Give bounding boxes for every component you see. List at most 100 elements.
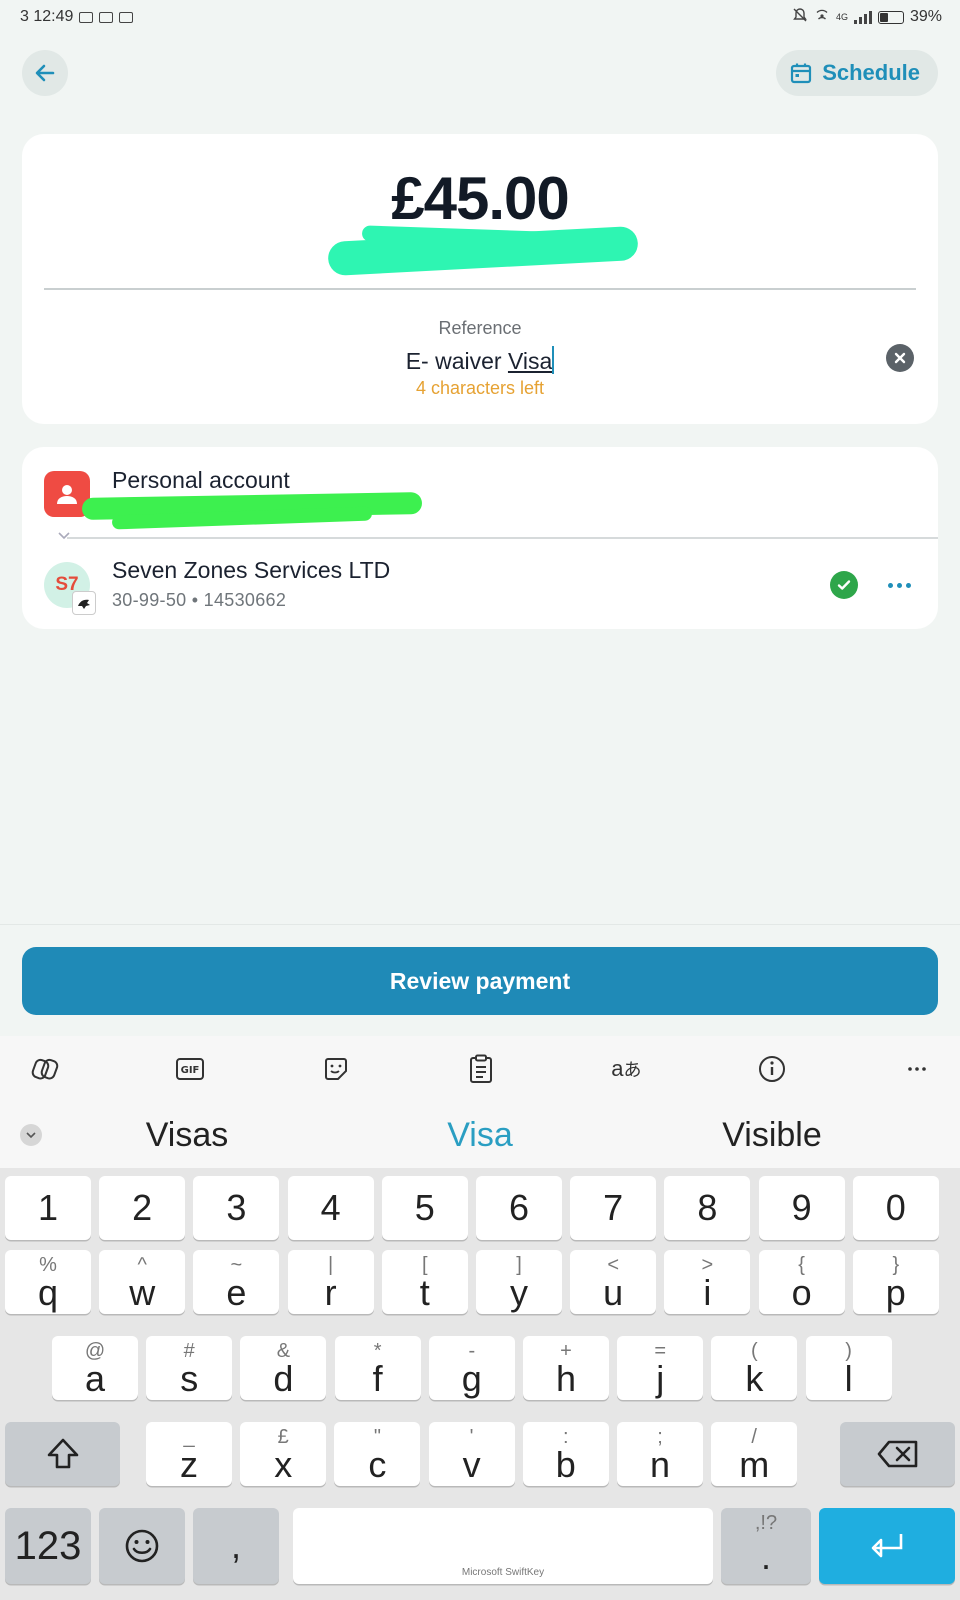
key-label: 5 bbox=[414, 1187, 435, 1228]
clipboard-icon[interactable] bbox=[464, 1052, 498, 1086]
key-hint: * bbox=[373, 1340, 382, 1362]
key-hint: @ bbox=[84, 1340, 106, 1362]
key-1[interactable]: 1 bbox=[5, 1176, 91, 1240]
back-button[interactable] bbox=[22, 50, 68, 96]
key-o[interactable]: {o bbox=[758, 1250, 845, 1314]
key-d[interactable]: & d bbox=[240, 1336, 327, 1400]
arrow-left-icon bbox=[35, 64, 55, 82]
review-payment-button[interactable]: Review payment bbox=[22, 947, 938, 1015]
key-hint: } bbox=[892, 1254, 900, 1276]
comma-key[interactable]: , bbox=[193, 1508, 279, 1584]
key-9[interactable]: 9 bbox=[758, 1176, 845, 1240]
key-k[interactable]: (k bbox=[711, 1336, 798, 1400]
notification-icon bbox=[119, 11, 134, 23]
key-hint: ' bbox=[469, 1426, 474, 1448]
key-hint: % bbox=[39, 1254, 57, 1276]
sticker-icon[interactable] bbox=[319, 1052, 353, 1086]
key-s[interactable]: # s bbox=[146, 1336, 233, 1400]
period-key[interactable]: ,!?. bbox=[721, 1508, 811, 1584]
key-b[interactable]: :b bbox=[522, 1422, 609, 1486]
reference-current-word: Visa bbox=[507, 348, 553, 374]
key-f[interactable]: * f bbox=[334, 1336, 421, 1400]
key-u[interactable]: < u bbox=[570, 1250, 657, 1314]
key-m[interactable]: / m bbox=[711, 1422, 798, 1486]
signal-icon bbox=[853, 10, 872, 24]
key-c[interactable]: " c bbox=[334, 1422, 421, 1486]
text-cursor bbox=[552, 346, 555, 374]
key-hint: : bbox=[563, 1426, 569, 1448]
key-l[interactable]: ) l bbox=[805, 1336, 892, 1400]
key-r[interactable]: | r bbox=[287, 1250, 374, 1314]
key-5[interactable]: 5 bbox=[381, 1176, 468, 1240]
emoji-key[interactable] bbox=[99, 1508, 185, 1584]
more-icon[interactable] bbox=[900, 1052, 934, 1086]
key-t[interactable]: [t bbox=[381, 1250, 468, 1314]
key-z[interactable]: _ z bbox=[146, 1422, 232, 1486]
key-7[interactable]: 7 bbox=[570, 1176, 657, 1240]
key-e[interactable]: ~ e bbox=[193, 1250, 280, 1314]
payment-amount[interactable]: £45.00 bbox=[22, 164, 938, 233]
suggestion-strip: Visas Visa Visible bbox=[0, 1102, 960, 1168]
translate-icon[interactable]: aあ bbox=[609, 1052, 643, 1086]
suggestion-right[interactable]: Visible bbox=[672, 1116, 872, 1155]
payment-details-card: £45.00 New balance Reference E- waiver V… bbox=[22, 134, 938, 424]
calendar-icon bbox=[791, 63, 812, 84]
gif-icon[interactable]: GIF bbox=[173, 1052, 207, 1086]
backspace-key[interactable] bbox=[840, 1422, 955, 1486]
emoji-icon bbox=[125, 1529, 159, 1563]
on-screen-keyboard: GIF aあ Visas Visa Visible 1 2 3 4 5 6 7 8 9 0% q ^ w… bbox=[0, 1036, 960, 1600]
key-a[interactable]: @ a bbox=[52, 1336, 138, 1400]
space-key[interactable]: Microsoft SwiftKey bbox=[293, 1508, 713, 1584]
key-6[interactable]: 6 bbox=[476, 1176, 562, 1240]
key-w[interactable]: ^ w bbox=[99, 1250, 186, 1314]
schedule-button[interactable]: Schedule bbox=[776, 50, 938, 96]
key-hint: " bbox=[373, 1426, 381, 1448]
key-label: 4 bbox=[320, 1187, 341, 1228]
suggestion-center[interactable]: Visa bbox=[380, 1116, 580, 1155]
enter-key[interactable] bbox=[819, 1508, 955, 1584]
key-3[interactable]: 3 bbox=[193, 1176, 280, 1240]
key-n[interactable]: ; n bbox=[617, 1422, 703, 1486]
key-q[interactable]: % q bbox=[5, 1250, 91, 1314]
copilot-icon[interactable] bbox=[28, 1052, 62, 1086]
key-label: x bbox=[274, 1444, 293, 1485]
key-2[interactable]: 2 bbox=[99, 1176, 186, 1240]
key-y[interactable]: ] y bbox=[476, 1250, 562, 1314]
key-x[interactable]: £ x bbox=[240, 1422, 327, 1486]
key-label: 123 bbox=[14, 1523, 82, 1568]
key-8[interactable]: 8 bbox=[664, 1176, 751, 1240]
characters-left: 4 characters left bbox=[415, 378, 545, 398]
key-h[interactable]: + h bbox=[523, 1336, 609, 1400]
shift-icon bbox=[47, 1438, 78, 1469]
symbols-key[interactable]: 123 bbox=[5, 1508, 91, 1584]
key-0[interactable]: 0 bbox=[852, 1176, 939, 1240]
shift-key[interactable] bbox=[5, 1422, 120, 1486]
status-time: 3 12:49 bbox=[20, 8, 74, 25]
key-4[interactable]: 4 bbox=[287, 1176, 374, 1240]
key-j[interactable]: = j bbox=[617, 1336, 704, 1400]
more-options-button[interactable] bbox=[882, 571, 916, 599]
key-label: f bbox=[372, 1358, 383, 1399]
key-label: n bbox=[649, 1444, 671, 1485]
key-hint: & bbox=[276, 1340, 291, 1362]
key-v[interactable]: ' v bbox=[428, 1422, 515, 1486]
reference-input[interactable]: E- waiver Visa bbox=[22, 346, 938, 375]
from-account-title[interactable]: Personal account bbox=[112, 467, 290, 494]
key-hint: ,!? bbox=[754, 1512, 778, 1534]
key-i[interactable]: > i bbox=[664, 1250, 751, 1314]
enter-icon bbox=[871, 1534, 903, 1558]
key-label: o bbox=[791, 1272, 812, 1313]
key-label: 1 bbox=[37, 1187, 59, 1228]
key-p[interactable]: } p bbox=[852, 1250, 939, 1314]
info-icon[interactable] bbox=[755, 1052, 789, 1086]
clear-reference-button[interactable] bbox=[886, 344, 914, 372]
chevron-down-icon[interactable] bbox=[58, 527, 70, 543]
chevron-down-icon[interactable] bbox=[20, 1124, 42, 1146]
suggestion-left[interactable]: Visas bbox=[87, 1116, 287, 1155]
key-g[interactable]: -g bbox=[428, 1336, 515, 1400]
key-label: . bbox=[760, 1536, 771, 1577]
key-hint: ] bbox=[516, 1254, 522, 1276]
key-label: a bbox=[84, 1358, 106, 1399]
review-bar: Review payment bbox=[0, 924, 960, 1036]
payee-name[interactable]: Seven Zones Services LTD bbox=[112, 557, 390, 584]
